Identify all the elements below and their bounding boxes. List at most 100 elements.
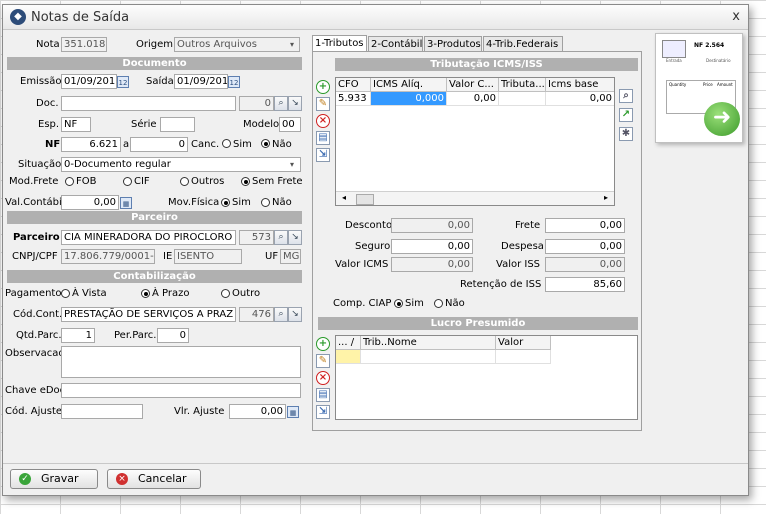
retencao-field[interactable]: 85,60 — [545, 277, 625, 292]
chave-field[interactable] — [61, 383, 301, 398]
calendar-icon[interactable]: 12 — [117, 76, 129, 88]
ciap-nao-radio[interactable] — [434, 299, 443, 308]
column-header[interactable]: Valor — [496, 336, 551, 350]
column-header[interactable]: Trib..Nome — [361, 336, 496, 350]
situacao-select[interactable]: 0-Documento regular — [61, 157, 301, 172]
cancel-edit-icon[interactable]: ⇲ — [316, 148, 330, 162]
tab-trib-federais[interactable]: 4-Trib.Federais — [483, 36, 563, 52]
column-header[interactable]: Icms base — [546, 78, 614, 92]
nf-to-field[interactable]: 0 — [130, 137, 188, 152]
save-icon[interactable]: ▤ — [316, 131, 330, 145]
search-icon[interactable]: ⌕ — [274, 230, 288, 245]
frete-outros-radio[interactable] — [180, 177, 189, 186]
frete-sem-radio[interactable] — [241, 177, 250, 186]
scroll-thumb[interactable] — [356, 194, 374, 205]
add-icon[interactable]: + — [316, 80, 330, 94]
emissao-date-field[interactable]: 01/09/201 — [61, 74, 117, 89]
export-icon[interactable]: ↗ — [619, 108, 633, 122]
vlrajuste-field[interactable]: 0,00 — [229, 404, 286, 419]
tributos-grid[interactable]: CFO ICMS Alíq. Valor C... Tributa... Icm… — [335, 77, 615, 206]
serie-field[interactable] — [160, 117, 195, 132]
tributos-panel: Tributação ICMS/ISS + ✎ × ▤ ⇲ CFO ICMS A… — [312, 51, 642, 431]
cancel-icon: × — [116, 473, 128, 485]
esp-field[interactable]: NF — [61, 117, 91, 132]
calculator-icon[interactable]: ▦ — [120, 197, 132, 209]
frete-cif-radio[interactable] — [123, 177, 132, 186]
search-icon[interactable]: ⌕ — [274, 96, 288, 111]
table-cell[interactable]: 0,00 — [447, 92, 499, 106]
parceiro-label: Parceiro — [13, 232, 60, 243]
column-header[interactable]: ... / — [336, 336, 361, 350]
tab-contabil[interactable]: 2-Contábil — [368, 36, 423, 52]
calendar-icon[interactable]: 12 — [228, 76, 240, 88]
parceiro-field[interactable]: CIA MINERADORA DO PIROCLORO I — [61, 230, 236, 245]
valoricms-field: 0,00 — [391, 257, 473, 272]
movfisica-sim-radio[interactable] — [221, 198, 230, 207]
table-cell[interactable] — [499, 92, 546, 106]
delete-icon[interactable]: × — [316, 371, 330, 385]
movfisica-nao-radio[interactable] — [261, 198, 270, 207]
modelo-field[interactable]: 00 — [279, 117, 301, 132]
calculator-icon[interactable]: ▦ — [287, 406, 299, 418]
column-header[interactable]: Tributa... — [499, 78, 546, 92]
saida-date-field[interactable]: 01/09/201 — [174, 74, 228, 89]
edit-icon[interactable]: ✎ — [316, 354, 330, 368]
save-icon[interactable]: ▤ — [316, 388, 330, 402]
column-header[interactable]: CFO — [336, 78, 371, 92]
lookup-button[interactable]: ↘ — [288, 230, 302, 245]
valcontabil-field[interactable]: 0,00 — [61, 195, 119, 210]
footer-divider — [3, 463, 748, 464]
pagamento-avista-radio[interactable] — [61, 289, 70, 298]
arrow-left-icon[interactable]: ◂ — [342, 193, 346, 202]
codajuste-field[interactable] — [61, 404, 143, 419]
lookup-button[interactable]: ↘ — [288, 96, 302, 111]
add-icon[interactable]: + — [316, 337, 330, 351]
table-cell[interactable] — [496, 350, 551, 364]
cancel-edit-icon[interactable]: ⇲ — [316, 405, 330, 419]
frete-fob-radio[interactable] — [65, 177, 74, 186]
perparc-field[interactable]: 0 — [157, 328, 189, 343]
delete-icon[interactable]: × — [316, 114, 330, 128]
ciap-nao-label: Não — [445, 298, 465, 309]
lookup-button[interactable]: ↘ — [288, 307, 302, 322]
situacao-label: Situação — [18, 159, 62, 170]
close-icon[interactable]: x — [732, 9, 740, 24]
search-icon[interactable]: ⌕ — [274, 307, 288, 322]
nf-field[interactable]: 6.621 — [61, 137, 121, 152]
tab-tributos[interactable]: 1-Tributos — [312, 35, 367, 52]
ciap-sim-radio[interactable] — [394, 299, 403, 308]
table-cell[interactable]: 0,00 — [546, 92, 614, 106]
horizontal-scrollbar[interactable]: ◂ ▸ — [336, 191, 614, 205]
chevron-down-icon[interactable]: ▾ — [290, 40, 294, 49]
origem-select[interactable]: Outros Arquivos — [174, 37, 300, 52]
edit-icon[interactable]: ✎ — [316, 97, 330, 111]
pagamento-aprazo-radio[interactable] — [141, 289, 150, 298]
pagamento-outro-radio[interactable] — [221, 289, 230, 298]
search-icon[interactable]: ⌕ — [619, 89, 633, 103]
tab-produtos[interactable]: 3-Produtos — [424, 36, 482, 52]
codcont-code-field: 476 — [239, 307, 274, 322]
column-header[interactable]: ICMS Alíq. — [371, 78, 447, 92]
table-cell[interactable] — [361, 350, 496, 364]
codcont-field[interactable]: PRESTAÇÃO DE SERVIÇOS A PRAZ — [61, 307, 236, 322]
despesa-field[interactable]: 0,00 — [545, 239, 625, 254]
arrow-right-icon[interactable]: ▸ — [604, 193, 608, 202]
frete-field[interactable]: 0,00 — [545, 218, 625, 233]
seguro-field[interactable]: 0,00 — [391, 239, 473, 254]
column-header[interactable]: Valor C... — [447, 78, 499, 92]
modfrete-label: Mod.Frete — [9, 176, 59, 187]
cancelar-button[interactable]: × Cancelar — [107, 469, 201, 489]
obs-textarea[interactable] — [61, 346, 301, 378]
table-cell[interactable]: 5.933 — [336, 92, 371, 106]
canc-sim-radio[interactable] — [222, 139, 231, 148]
qtdparc-field[interactable]: 1 — [61, 328, 95, 343]
doc-field[interactable] — [61, 96, 236, 111]
canc-nao-radio[interactable] — [261, 139, 270, 148]
chevron-down-icon[interactable]: ▾ — [290, 160, 294, 169]
nota-field: 351.018 — [61, 37, 107, 52]
table-cell[interactable] — [336, 350, 361, 364]
selected-cell[interactable]: 0,000 — [371, 92, 447, 106]
lucro-presumido-grid[interactable]: ... / Trib..Nome Valor — [335, 335, 638, 420]
gravar-button[interactable]: ✓ Gravar — [10, 469, 98, 489]
settings-icon[interactable]: ✱ — [619, 127, 633, 141]
